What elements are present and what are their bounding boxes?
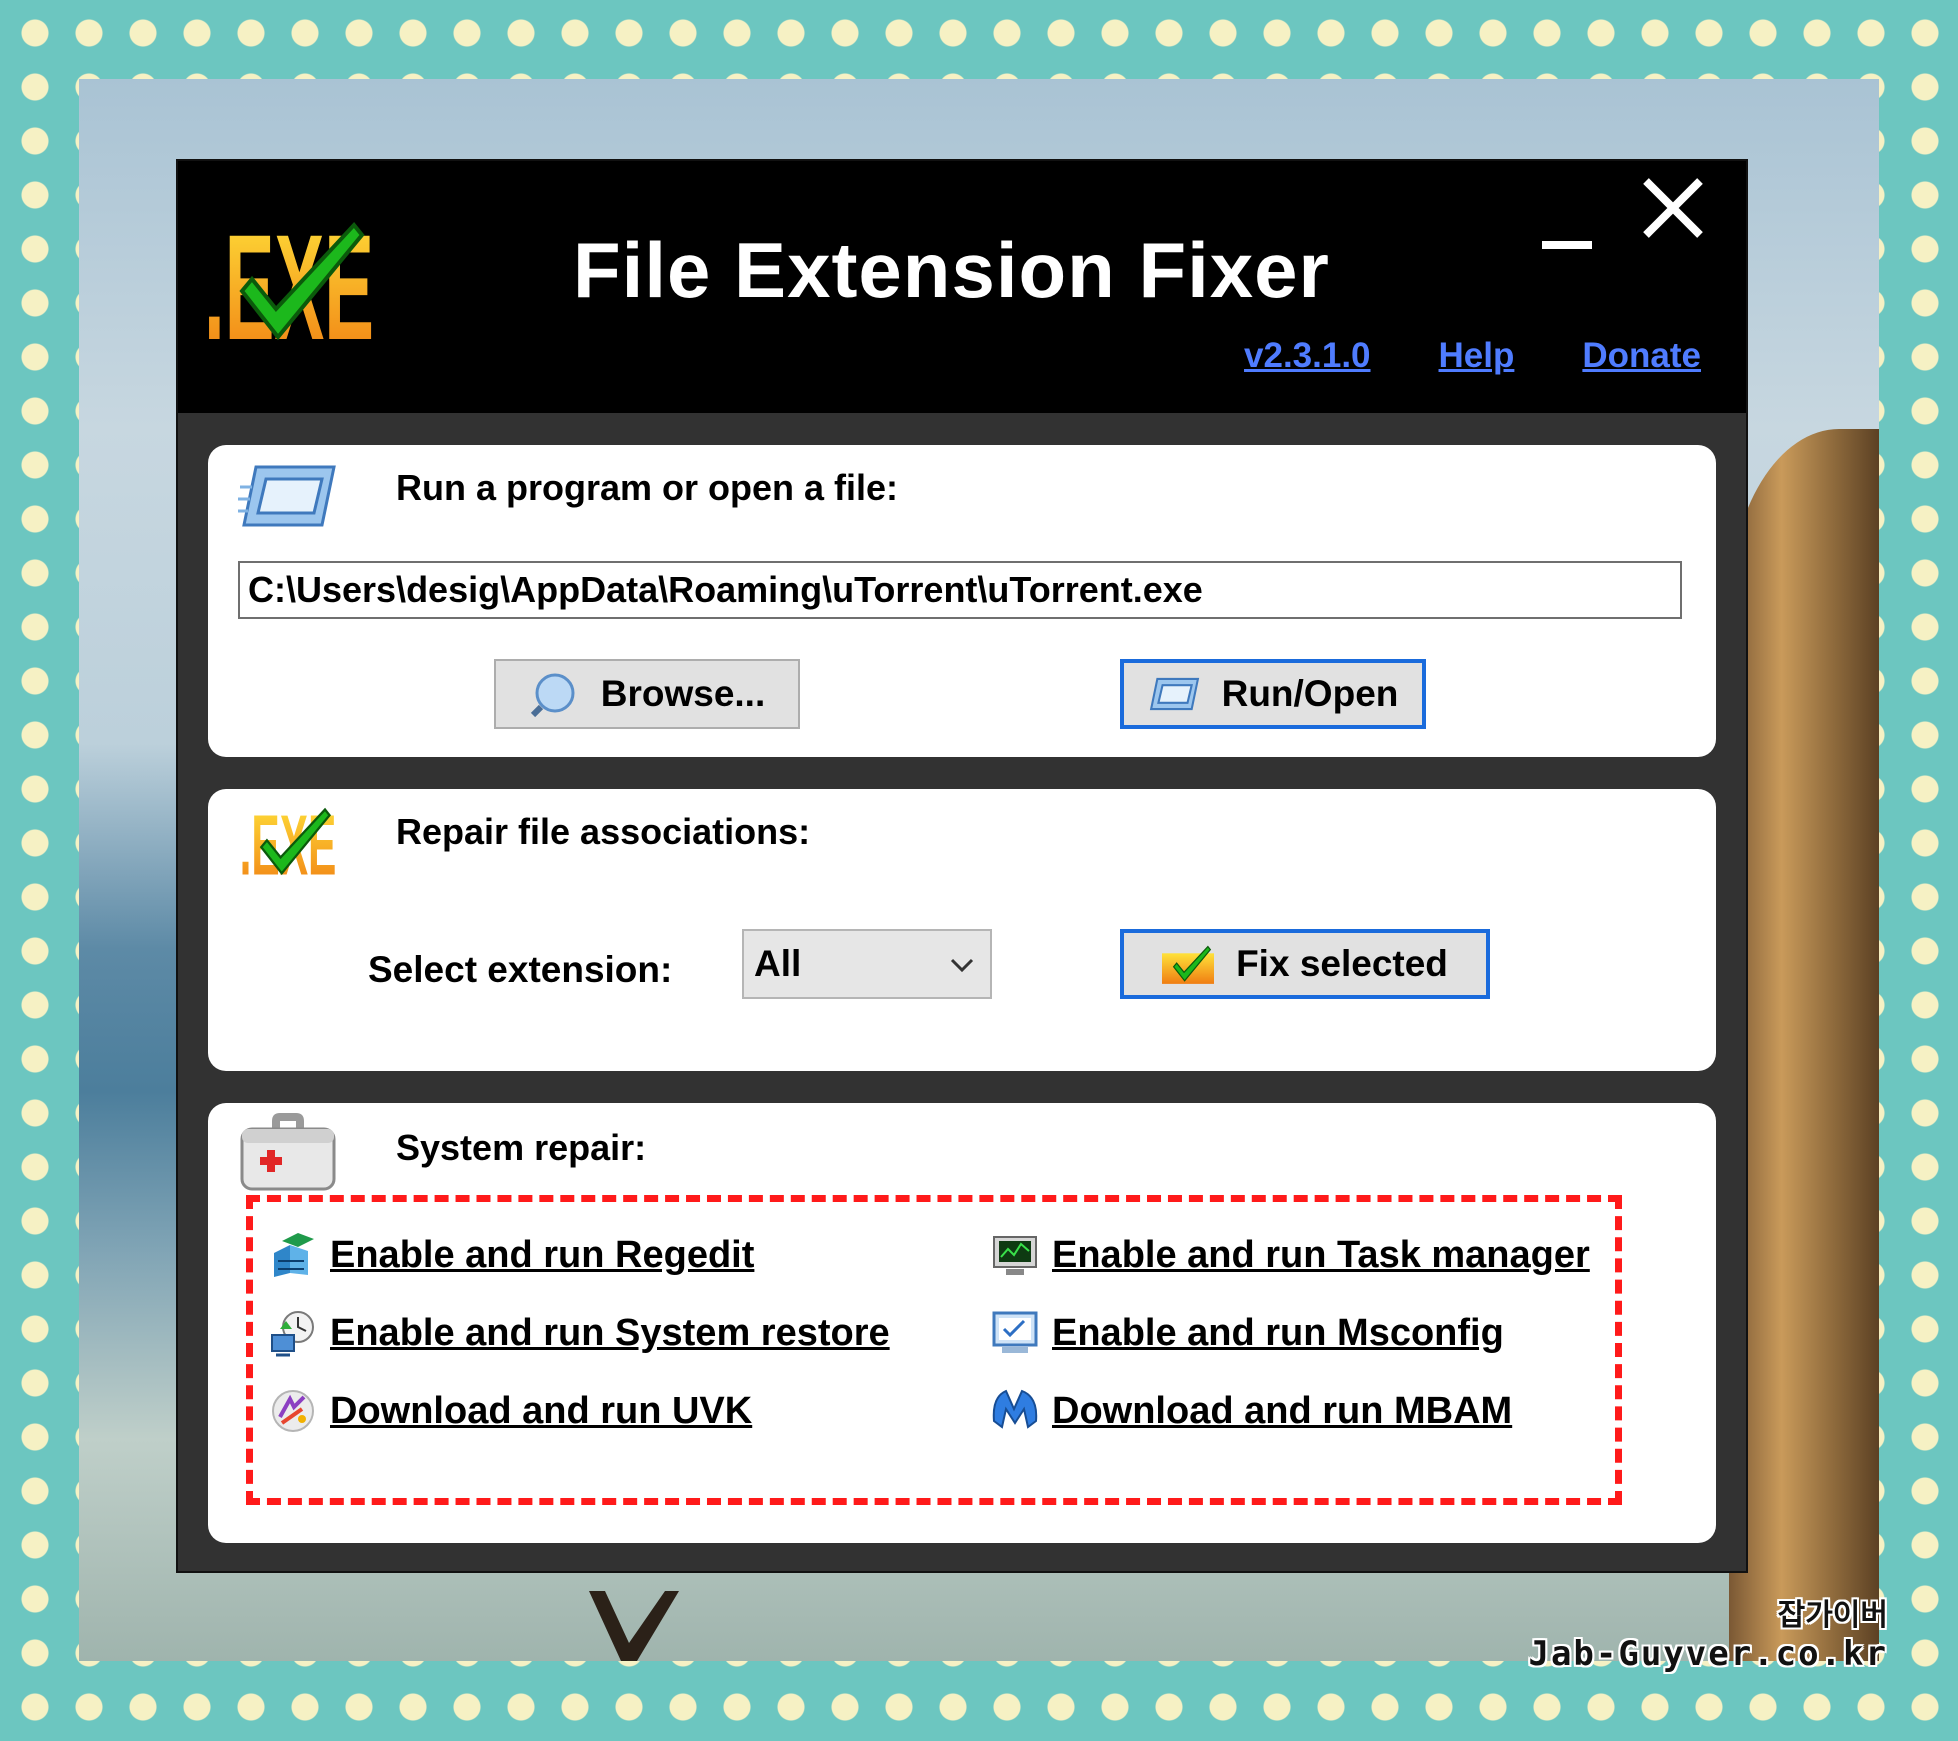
run-open-button[interactable]: Run/Open <box>1120 659 1426 729</box>
selected-extension: All <box>754 943 802 984</box>
browse-label: Browse... <box>600 673 766 714</box>
run-window-icon <box>1149 677 1199 711</box>
select-extension-label: Select extension: <box>368 949 673 990</box>
mbam-link-label: Download and run MBAM <box>1052 1389 1513 1432</box>
run-panel: Run a program or open a file: Browse... … <box>208 445 1716 757</box>
minimize-button[interactable] <box>1538 221 1594 251</box>
header-links: v2.3.1.0 Help Donate <box>1244 336 1701 376</box>
app-title: File Extension Fixer <box>573 226 1330 314</box>
extension-select[interactable]: All <box>742 929 992 999</box>
first-aid-kit-icon <box>240 1113 336 1191</box>
task-manager-link[interactable]: Enable and run Task manager <box>990 1231 1590 1279</box>
fix-selected-button[interactable]: Fix selected <box>1120 929 1490 999</box>
regedit-link-label: Enable and run Regedit <box>330 1233 755 1276</box>
exe-logo-icon: .EXE <box>204 217 374 347</box>
task-manager-link-label: Enable and run Task manager <box>1052 1233 1590 1276</box>
fix-selected-label: Fix selected <box>1236 943 1448 984</box>
uvk-link[interactable]: Download and run UVK <box>268 1387 752 1435</box>
msconfig-link[interactable]: Enable and run Msconfig <box>990 1309 1504 1357</box>
system-repair-panel: System repair: Enable and run Regedit En… <box>208 1103 1716 1543</box>
title-bar: .EXE File Extension Fixer v2.3.1.0 Help … <box>178 161 1746 413</box>
uvk-link-label: Download and run UVK <box>330 1389 753 1432</box>
wallpaper-tree <box>589 1591 679 1661</box>
browse-button[interactable]: Browse... <box>494 659 800 729</box>
repair-panel-title: Repair file associations: <box>396 811 811 852</box>
close-icon[interactable] <box>1640 175 1706 241</box>
regedit-link[interactable]: Enable and run Regedit <box>268 1231 754 1279</box>
mbam-link[interactable]: Download and run MBAM <box>990 1387 1512 1435</box>
system-repair-title: System repair: <box>396 1127 647 1168</box>
task-manager-icon <box>993 1236 1037 1275</box>
exe-check-icon: .EXE <box>240 805 337 879</box>
run-panel-title: Run a program or open a file: <box>396 467 899 508</box>
watermark-url: Jab-Guyver.co.kr <box>1528 1634 1888 1674</box>
donate-link[interactable]: Donate <box>1582 336 1701 376</box>
system-restore-link[interactable]: Enable and run System restore <box>268 1309 890 1357</box>
version-link[interactable]: v2.3.1.0 <box>1244 336 1371 376</box>
msconfig-link-label: Enable and run Msconfig <box>1052 1311 1504 1354</box>
chevron-down-icon <box>950 958 974 973</box>
mbam-icon <box>992 1389 1038 1429</box>
uvk-icon <box>272 1390 314 1432</box>
help-link[interactable]: Help <box>1439 336 1515 376</box>
file-path-input[interactable] <box>238 561 1682 619</box>
app-window: .EXE File Extension Fixer v2.3.1.0 Help … <box>178 161 1746 1571</box>
watermark-korean: 잡가이버 <box>1777 1598 1888 1633</box>
site-watermark: 잡가이버 Jab-Guyver.co.kr <box>1528 1590 1888 1674</box>
regedit-icon <box>274 1233 314 1277</box>
exe-check-icon <box>1162 945 1215 984</box>
system-restore-link-label: Enable and run System restore <box>330 1311 890 1354</box>
repair-panel: .EXE Repair file associations: Select ex… <box>208 789 1716 1071</box>
msconfig-icon <box>992 1311 1038 1353</box>
wallpaper-rock <box>1729 429 1879 1661</box>
run-open-label: Run/Open <box>1221 673 1399 714</box>
search-icon <box>530 673 575 718</box>
system-restore-icon <box>271 1311 314 1357</box>
run-window-icon <box>238 465 336 527</box>
